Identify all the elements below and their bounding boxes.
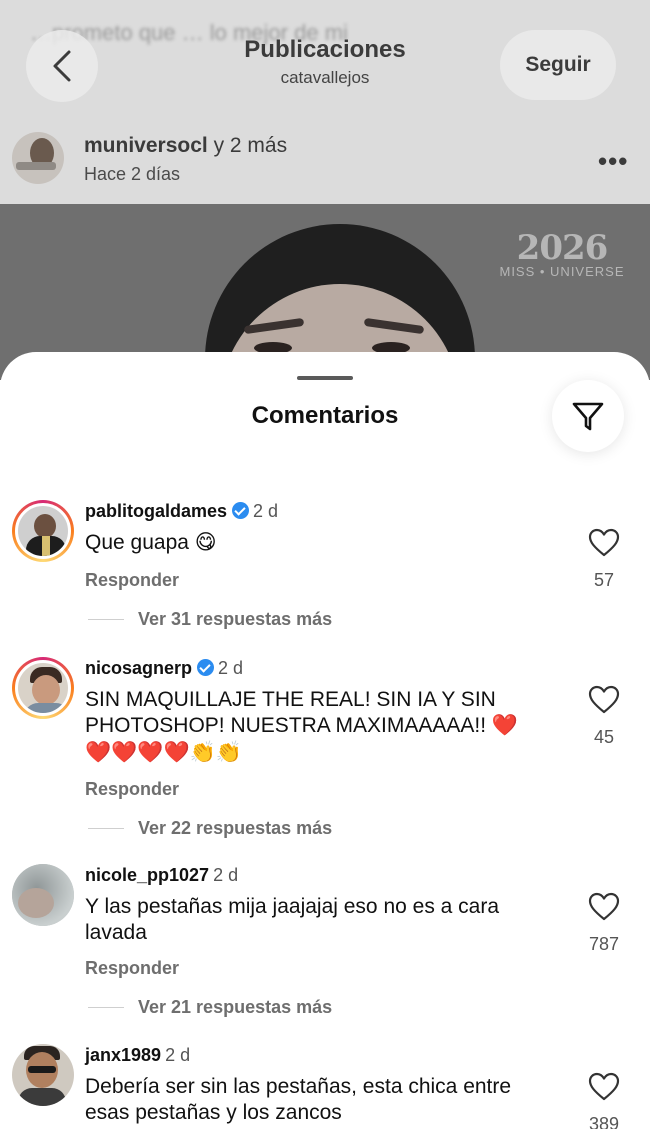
top-bar: Publicaciones catavallejos Seguir xyxy=(0,22,650,106)
comment-text: Debería ser sin las pestañas, esta chica… xyxy=(85,1075,512,1124)
heart-outline-icon[interactable] xyxy=(588,528,620,558)
verified-badge-icon xyxy=(232,502,250,519)
comment-username[interactable]: nicole_pp1027 2 d xyxy=(85,865,238,886)
like-count: 45 xyxy=(593,727,615,747)
avatar[interactable] xyxy=(12,1044,74,1106)
divider xyxy=(88,1007,124,1008)
reply-button[interactable]: Responder xyxy=(85,779,179,800)
avatar[interactable] xyxy=(12,657,74,719)
post-background: …prometo que … lo mejor de mi Publicacio… xyxy=(0,0,650,380)
post-author-row: muniversocl y 2 más Hace 2 días ••• xyxy=(0,124,650,204)
follow-button[interactable]: Seguir xyxy=(500,30,616,100)
verified-badge-icon xyxy=(197,659,215,676)
divider xyxy=(88,619,124,620)
heart-outline-icon[interactable] xyxy=(588,892,620,922)
avatar[interactable] xyxy=(12,864,74,926)
view-replies-button[interactable]: Ver 21 respuestas más xyxy=(138,997,332,1018)
comment-text: Y las pestañas mija jaajajaj eso no es a… xyxy=(85,895,500,944)
comment-username[interactable]: janx1989 2 d xyxy=(85,1045,190,1066)
comment-username[interactable]: nicosagnerp 2 d xyxy=(85,658,243,679)
more-options-icon[interactable]: ••• xyxy=(598,146,628,177)
event-logo: 2026 MISS • UNIVERSE xyxy=(499,228,625,279)
comment-text: SIN MAQUILLAJE THE REAL! SIN IA Y SIN PH… xyxy=(85,688,519,764)
filter-icon xyxy=(572,402,604,431)
reply-button[interactable]: Responder xyxy=(85,570,179,591)
view-replies-button[interactable]: Ver 22 respuestas más xyxy=(138,818,332,839)
comment-username[interactable]: pablitogaldames 2 d xyxy=(85,501,278,522)
heart-outline-icon[interactable] xyxy=(588,685,620,715)
author-avatar[interactable] xyxy=(12,132,64,184)
filter-button[interactable] xyxy=(552,380,624,452)
reply-button[interactable]: Responder xyxy=(85,958,179,979)
post-time: Hace 2 días xyxy=(84,164,181,184)
heart-outline-icon[interactable] xyxy=(588,1072,620,1102)
comment-text: Que guapa 😋 xyxy=(85,531,217,554)
like-count: 787 xyxy=(588,934,620,954)
comments-sheet: Comentarios pablitogaldames 2 d Que guapa… xyxy=(0,352,650,1129)
author-name[interactable]: muniversocl y 2 más xyxy=(84,134,287,158)
view-replies-button[interactable]: Ver 31 respuestas más xyxy=(138,609,332,630)
like-count: 57 xyxy=(593,570,615,590)
sheet-drag-handle[interactable] xyxy=(297,376,353,380)
like-count: 389 xyxy=(588,1114,620,1129)
avatar[interactable] xyxy=(12,500,74,562)
divider xyxy=(88,828,124,829)
